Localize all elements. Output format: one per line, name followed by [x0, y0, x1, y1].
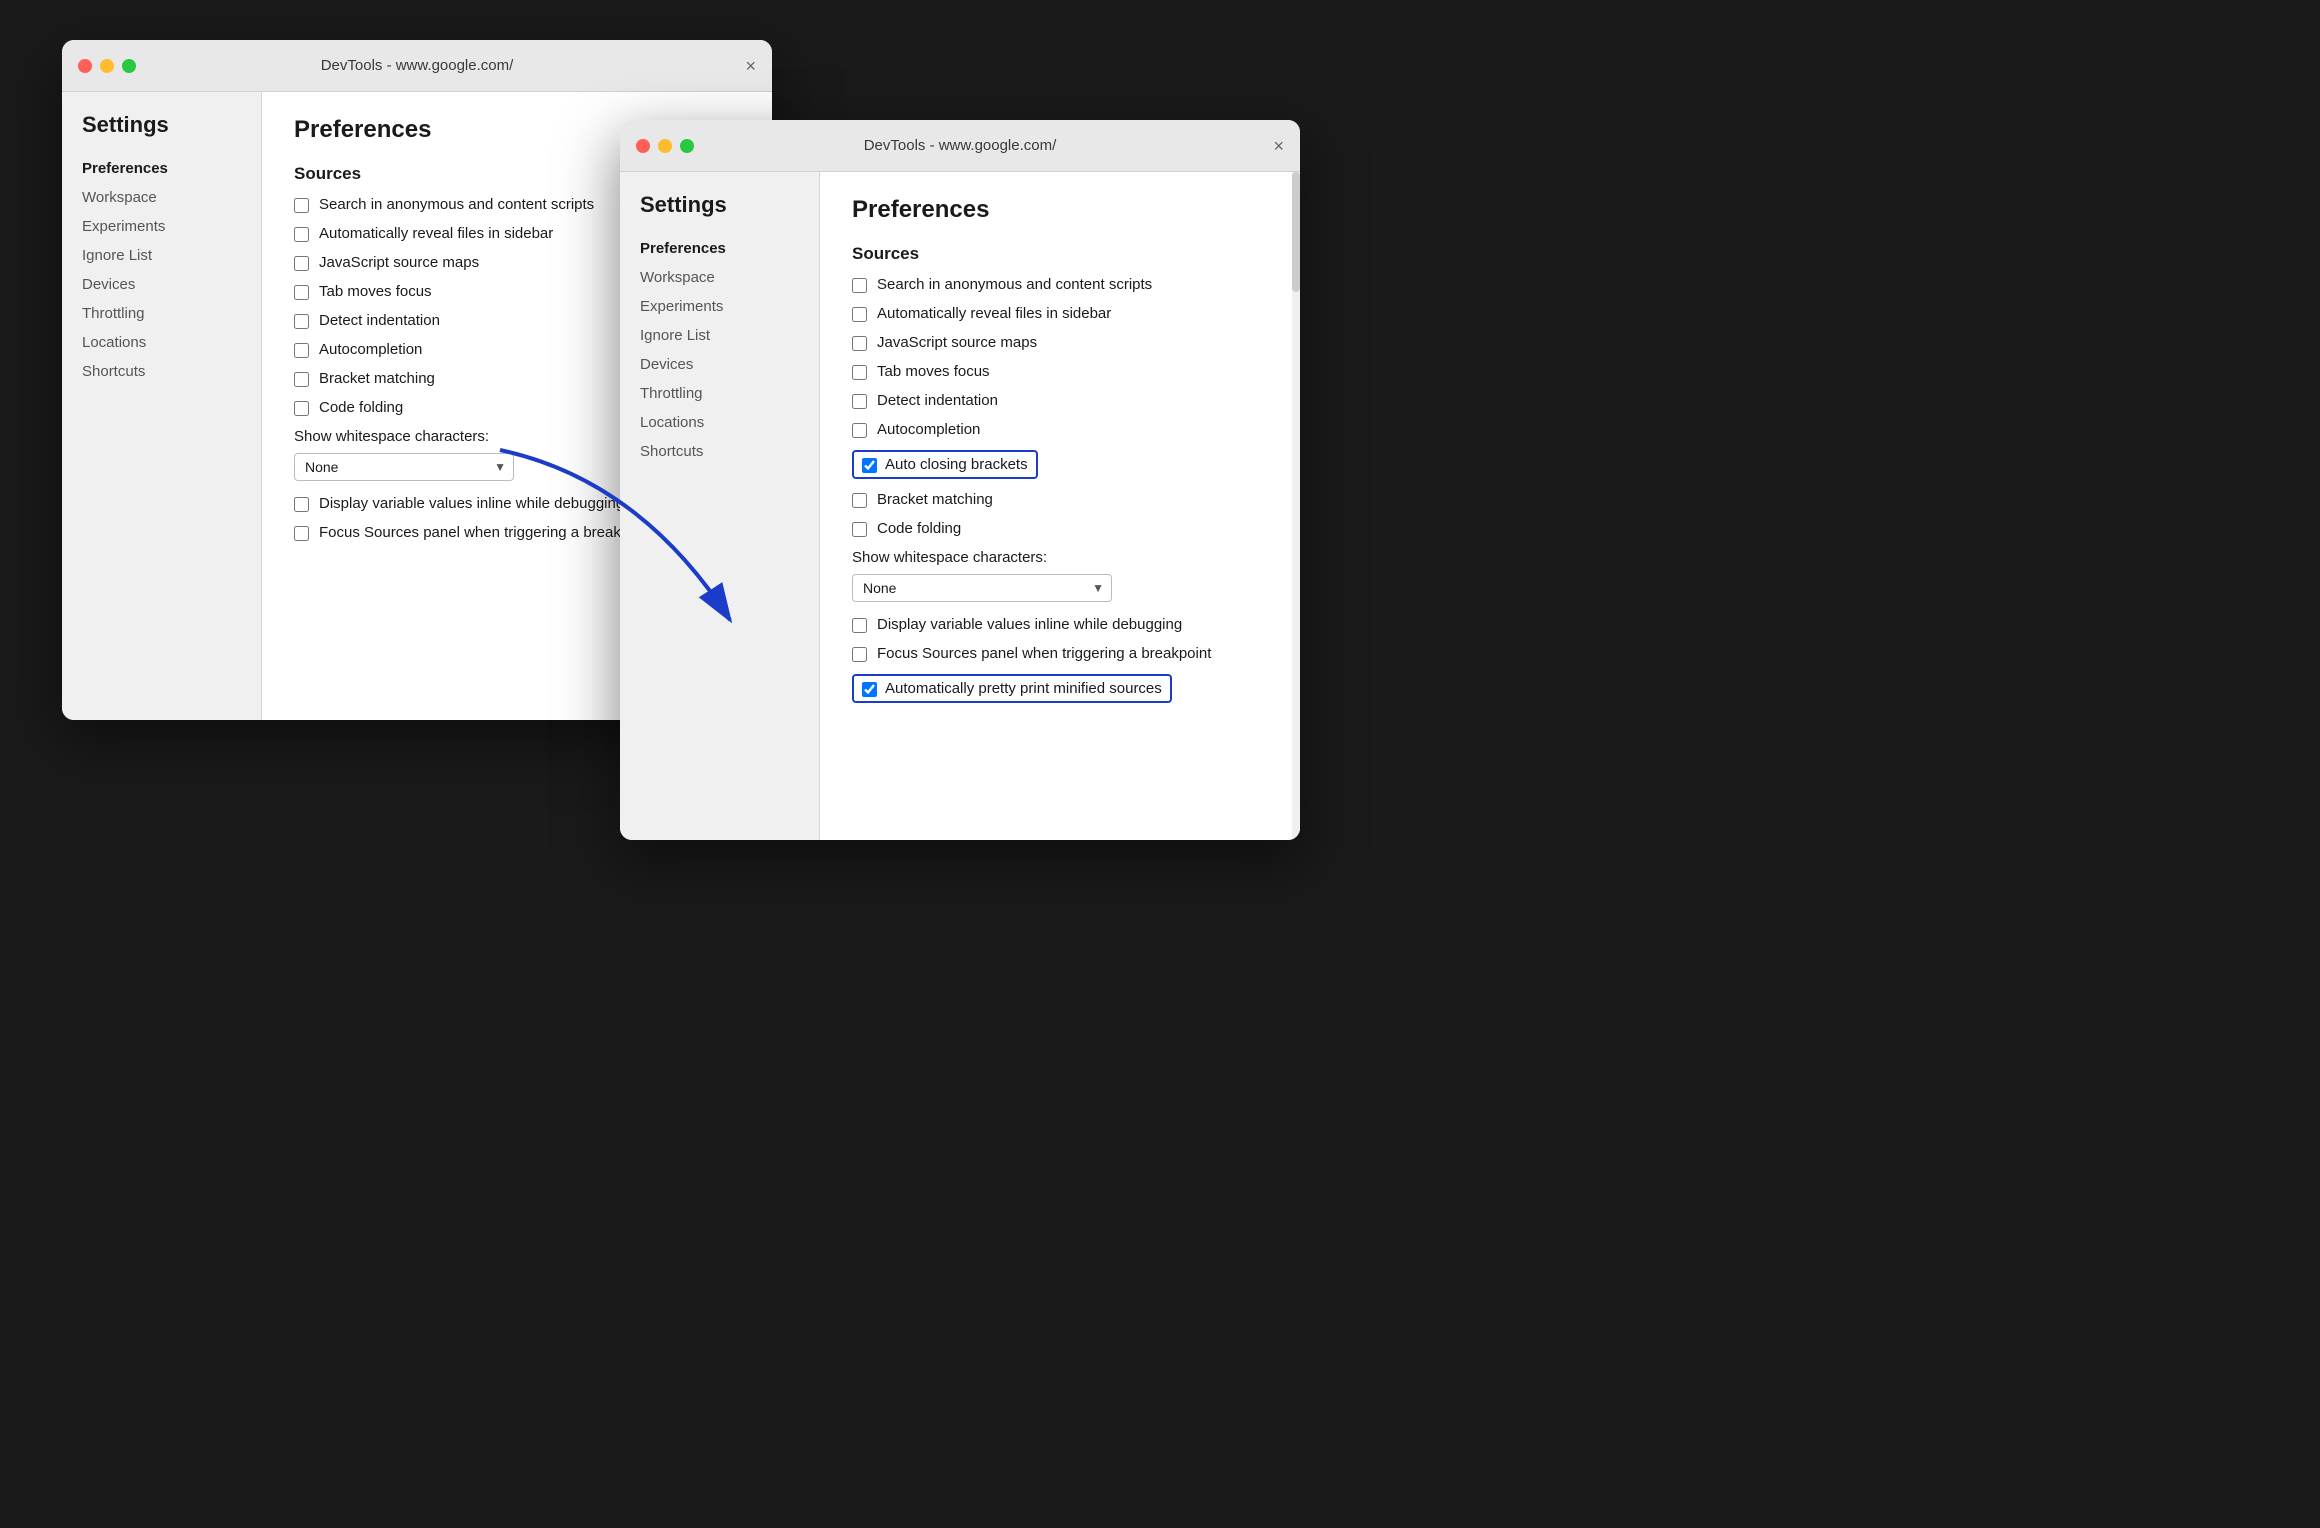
auto-closing-brackets-row: Auto closing brackets — [852, 450, 1268, 479]
sidebar-item-ignorelist-2[interactable]: Ignore List — [620, 321, 819, 350]
sidebar-item-workspace-2[interactable]: Workspace — [620, 263, 819, 292]
checkbox-row: Detect indentation — [852, 392, 1268, 409]
sidebar-item-preferences-1[interactable]: Preferences — [62, 154, 261, 183]
sidebar-item-experiments-2[interactable]: Experiments — [620, 292, 819, 321]
minimize-button-1[interactable] — [100, 59, 114, 73]
checkbox-focus-sources-2[interactable] — [852, 647, 867, 662]
sidebar-title-1: Settings — [62, 112, 261, 154]
checkbox-code-folding-1[interactable] — [294, 401, 309, 416]
checkbox-row: Search in anonymous and content scripts — [852, 276, 1268, 293]
settings-body-2: Settings Preferences Workspace Experimen… — [620, 172, 1300, 840]
whitespace-select-2[interactable]: None All Trailing — [852, 574, 1112, 602]
checkbox-row: Tab moves focus — [852, 363, 1268, 380]
close-button-1[interactable] — [78, 59, 92, 73]
sidebar-2: Settings Preferences Workspace Experimen… — [620, 172, 820, 840]
scrollbar-track-2[interactable] — [1292, 172, 1300, 840]
sidebar-item-devices-2[interactable]: Devices — [620, 350, 819, 379]
checkbox-row: JavaScript source maps — [852, 334, 1268, 351]
checkbox-display-variable-2[interactable] — [852, 618, 867, 633]
window-controls-1 — [78, 59, 136, 73]
section-sources-2: Sources — [852, 244, 1268, 264]
checkbox-tab-moves-2[interactable] — [852, 365, 867, 380]
maximize-button-2[interactable] — [680, 139, 694, 153]
checkbox-autocompletion-1[interactable] — [294, 343, 309, 358]
sidebar-item-shortcuts-1[interactable]: Shortcuts — [62, 357, 261, 386]
checkbox-bracket-matching-1[interactable] — [294, 372, 309, 387]
checkbox-bracket-matching-2[interactable] — [852, 493, 867, 508]
sidebar-item-throttling-2[interactable]: Throttling — [620, 379, 819, 408]
close-button-2[interactable] — [636, 139, 650, 153]
checkbox-row: Code folding — [852, 520, 1268, 537]
checkbox-anon-scripts-1[interactable] — [294, 198, 309, 213]
checkbox-focus-sources-1[interactable] — [294, 526, 309, 541]
whitespace-select-1[interactable]: None All Trailing — [294, 453, 514, 481]
whitespace-select-wrapper-1: None All Trailing ▼ — [294, 453, 514, 481]
checkbox-anon-scripts-2[interactable] — [852, 278, 867, 293]
window-title-2: DevTools - www.google.com/ — [864, 137, 1057, 154]
checkbox-row: Autocompletion — [852, 421, 1268, 438]
content-title-2: Preferences — [852, 196, 1268, 224]
checkbox-detect-indent-1[interactable] — [294, 314, 309, 329]
checkbox-js-sourcemaps-2[interactable] — [852, 336, 867, 351]
sidebar-item-devices-1[interactable]: Devices — [62, 270, 261, 299]
checkbox-reveal-files-1[interactable] — [294, 227, 309, 242]
checkbox-tab-moves-1[interactable] — [294, 285, 309, 300]
whitespace-select-wrapper-2: None All Trailing ▼ — [852, 574, 1112, 602]
checkbox-row: Automatically reveal files in sidebar — [852, 305, 1268, 322]
checkbox-code-folding-2[interactable] — [852, 522, 867, 537]
sidebar-item-throttling-1[interactable]: Throttling — [62, 299, 261, 328]
checkbox-display-variable-1[interactable] — [294, 497, 309, 512]
checkbox-row: Display variable values inline while deb… — [852, 616, 1268, 633]
checkbox-auto-closing-2[interactable] — [862, 458, 877, 473]
minimize-button-2[interactable] — [658, 139, 672, 153]
window-controls-2 — [636, 139, 694, 153]
titlebar-1: DevTools - www.google.com/ × — [62, 40, 772, 92]
checkbox-js-sourcemaps-1[interactable] — [294, 256, 309, 271]
checkbox-reveal-files-2[interactable] — [852, 307, 867, 322]
sidebar-item-preferences-2[interactable]: Preferences — [620, 234, 819, 263]
close-x-button-2[interactable]: × — [1273, 137, 1284, 155]
checkbox-row: Bracket matching — [852, 491, 1268, 508]
auto-pretty-print-highlight: Automatically pretty print minified sour… — [852, 674, 1172, 703]
sidebar-item-locations-2[interactable]: Locations — [620, 408, 819, 437]
maximize-button-1[interactable] — [122, 59, 136, 73]
scrollbar-thumb-2[interactable] — [1292, 172, 1300, 292]
content-2: Preferences Sources Search in anonymous … — [820, 172, 1300, 840]
sidebar-item-locations-1[interactable]: Locations — [62, 328, 261, 357]
checkbox-autocompletion-2[interactable] — [852, 423, 867, 438]
checkbox-row: Focus Sources panel when triggering a br… — [852, 645, 1268, 662]
sidebar-title-2: Settings — [620, 192, 819, 234]
sidebar-item-ignorelist-1[interactable]: Ignore List — [62, 241, 261, 270]
sidebar-item-experiments-1[interactable]: Experiments — [62, 212, 261, 241]
checkbox-auto-pretty-print-2[interactable] — [862, 682, 877, 697]
sidebar-1: Settings Preferences Workspace Experimen… — [62, 92, 262, 720]
auto-pretty-print-row: Automatically pretty print minified sour… — [852, 674, 1268, 703]
checkbox-detect-indent-2[interactable] — [852, 394, 867, 409]
whitespace-label-2: Show whitespace characters: — [852, 549, 1268, 566]
sidebar-item-workspace-1[interactable]: Workspace — [62, 183, 261, 212]
devtools-window-2: DevTools - www.google.com/ × Settings Pr… — [620, 120, 1300, 840]
sidebar-item-shortcuts-2[interactable]: Shortcuts — [620, 437, 819, 466]
auto-closing-brackets-highlight: Auto closing brackets — [852, 450, 1038, 479]
window-title-1: DevTools - www.google.com/ — [321, 57, 514, 74]
close-x-button-1[interactable]: × — [745, 57, 756, 75]
titlebar-2: DevTools - www.google.com/ × — [620, 120, 1300, 172]
